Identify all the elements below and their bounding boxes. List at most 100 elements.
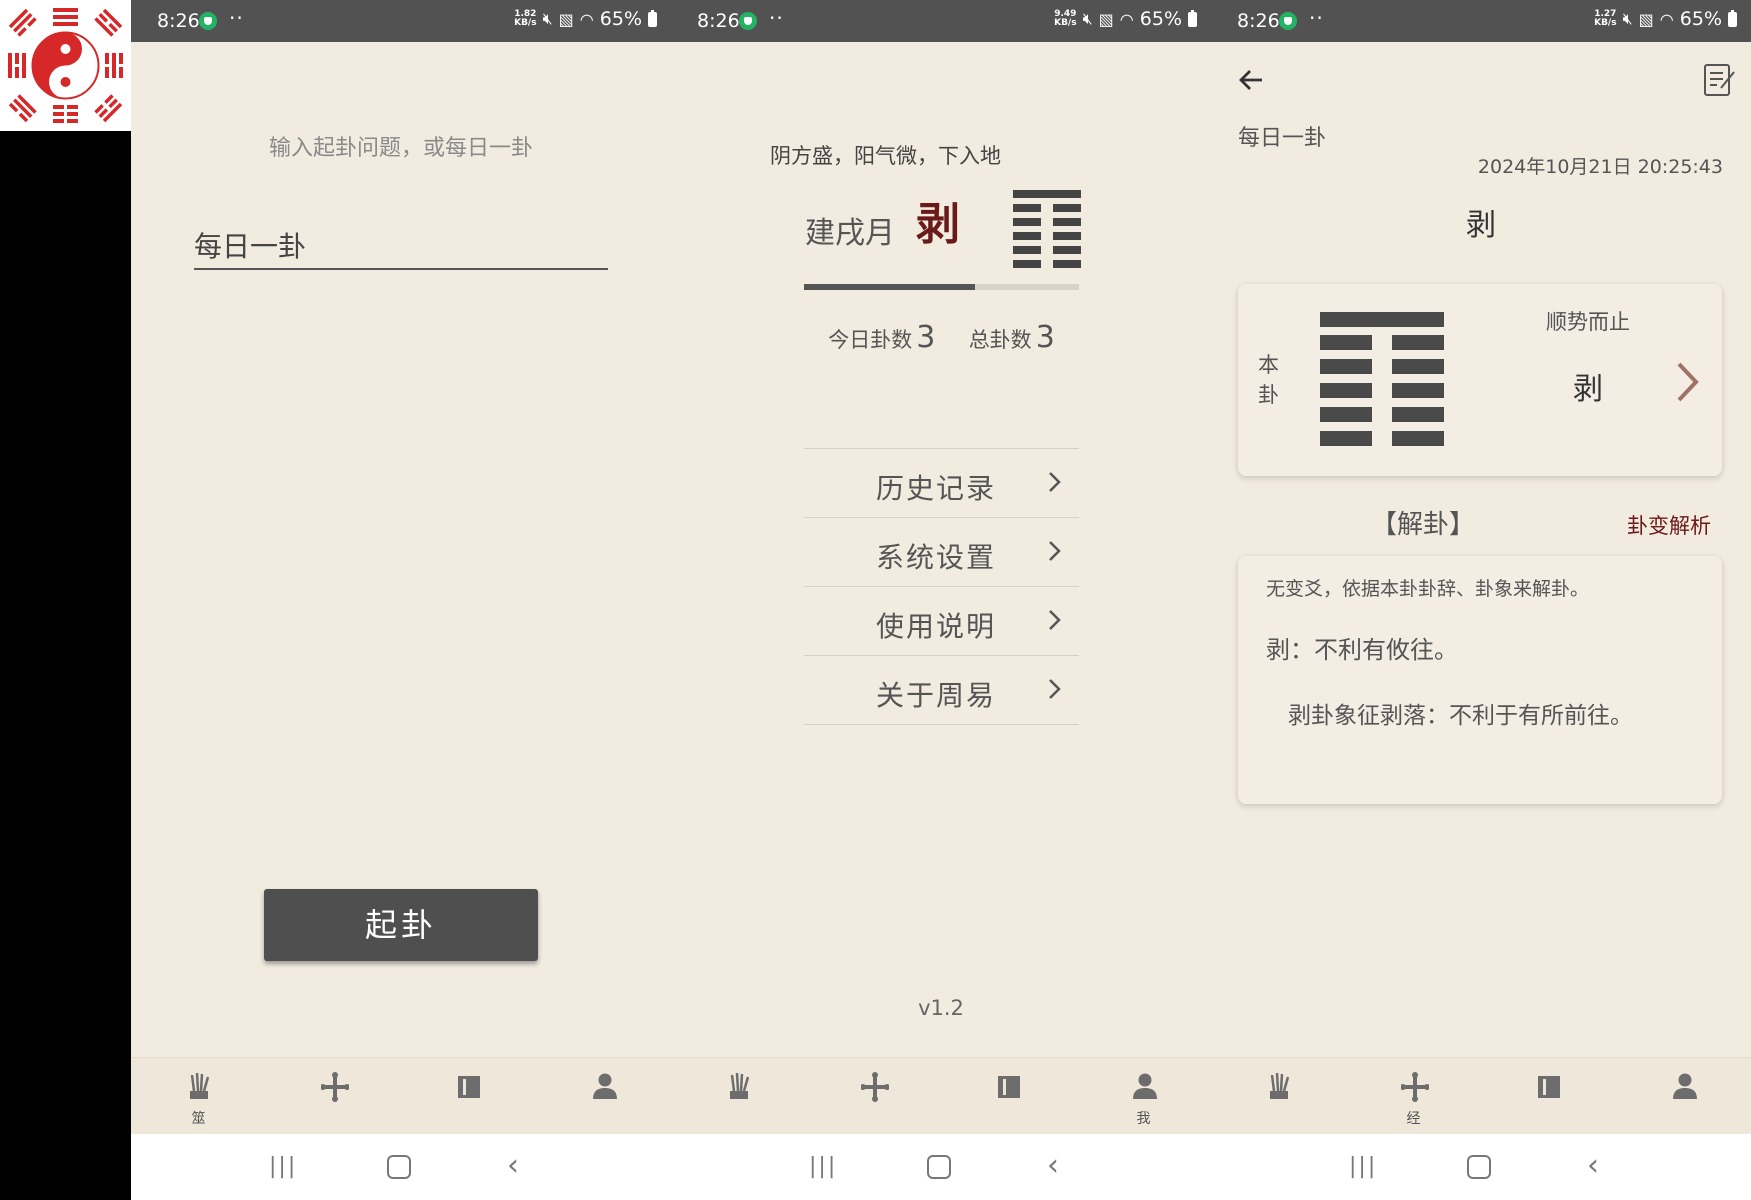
- book-icon: [998, 1076, 1020, 1098]
- status-time: 8:26: [157, 10, 200, 32]
- status-time: 8:26: [1237, 10, 1280, 32]
- cast-hexagram-button[interactable]: 起卦: [264, 889, 538, 961]
- menu-label: 使用说明: [875, 610, 996, 643]
- trigram-cross-icon: [1401, 1072, 1429, 1102]
- mute-icon: 🔇︎: [542, 9, 553, 28]
- menu-label: 关于周易: [875, 679, 996, 712]
- judgment-text: 剥：不利有攸往。: [1266, 636, 1458, 664]
- chevron-right-icon: [1049, 541, 1061, 561]
- explanation-text: 剥卦象征剥落：不利于有所前往。: [1288, 703, 1633, 729]
- nav-item-me[interactable]: 我: [1076, 1058, 1211, 1135]
- status-right: 9.49 KB/s 🔇︎ ▧ ◠ 65%: [1054, 8, 1197, 30]
- yarrow-stalks-icon: [730, 1072, 750, 1099]
- app-version: v1.2: [918, 996, 964, 1020]
- chevron-right-icon[interactable]: [1674, 360, 1702, 404]
- settings-menu: 历史记录 系统设置 使用说明 关于周易: [804, 448, 1079, 725]
- trigram-cross-icon: [861, 1072, 889, 1102]
- back-button[interactable]: ‹: [1587, 1148, 1599, 1183]
- season-phrase: 阴方盛，阳气微，下入地: [770, 144, 1001, 168]
- ben-gua-label: 本卦: [1258, 353, 1279, 407]
- menu-item-settings[interactable]: 系统设置: [804, 518, 1079, 587]
- month-progress-bar: [804, 284, 1079, 290]
- mute-icon: 🔇︎: [1622, 9, 1633, 28]
- status-right: 1.27 KB/s 🔇︎ ▧ ◠ 65%: [1594, 8, 1737, 30]
- system-nav-bar: ||| ‹: [671, 1134, 1211, 1200]
- nav-item-book[interactable]: [401, 1058, 536, 1135]
- nav-item-shi[interactable]: [671, 1058, 806, 1135]
- yarrow-stalks-icon: [1270, 1072, 1290, 1099]
- total-count: 3: [1035, 320, 1055, 355]
- taiji-icon: [0, 0, 131, 131]
- status-bar: 8:26 ·· 1.82 KB/s 🔇︎ ▧ ◠ 65%: [131, 0, 671, 42]
- note-edit-icon[interactable]: [1701, 62, 1737, 98]
- wifi-icon: ◠: [1119, 9, 1134, 29]
- hexagram-name: 剥: [1466, 208, 1496, 243]
- menu-item-about[interactable]: 关于周易: [804, 656, 1079, 725]
- nav-item-book[interactable]: [941, 1058, 1076, 1135]
- back-arrow-icon[interactable]: [1237, 66, 1265, 94]
- nav-label: 经: [1406, 1111, 1421, 1127]
- analysis-link[interactable]: 卦变解析: [1627, 510, 1711, 540]
- battery-icon: [1188, 9, 1197, 27]
- mute-icon: 🔇︎: [1082, 9, 1093, 28]
- vpn-shield-icon: [739, 12, 757, 30]
- menu-item-history[interactable]: 历史记录: [804, 449, 1079, 518]
- back-button[interactable]: ‹: [507, 1148, 519, 1183]
- trigram-cross-icon: [321, 1072, 349, 1102]
- cast-datetime: 2024年10月21日 20:25:43: [1477, 156, 1723, 178]
- status-bar: 8:26 ·· 1.27 KB/s 🔇︎ ▧ ◠ 65%: [1211, 0, 1751, 42]
- panel-input-screen: 8:26 ·· 1.82 KB/s 🔇︎ ▧ ◠ 65% 输入起卦问题，或每日一卦…: [131, 0, 671, 1200]
- no-sim-icon: ▧: [1638, 9, 1654, 29]
- chevron-right-icon: [1049, 472, 1061, 492]
- question-hint: 输入起卦问题，或每日一卦: [268, 136, 533, 161]
- net-speed: 9.49 KB/s: [1054, 9, 1077, 28]
- ben-gua-card[interactable]: 本卦 顺势而止 剥: [1238, 284, 1722, 476]
- no-sim-icon: ▧: [558, 9, 574, 29]
- status-time: 8:26: [697, 10, 740, 32]
- nav-item-jing[interactable]: [266, 1058, 401, 1135]
- home-button[interactable]: [927, 1155, 951, 1179]
- nav-item-shi[interactable]: [1211, 1058, 1346, 1135]
- menu-item-instructions[interactable]: 使用说明: [804, 587, 1079, 656]
- progress-fill: [804, 284, 975, 290]
- system-nav-bar: ||| ‹: [1211, 1134, 1751, 1200]
- nav-item-book[interactable]: [1481, 1058, 1616, 1135]
- panel-result-screen: 8:26 ·· 1.27 KB/s 🔇︎ ▧ ◠ 65% 每日一卦 2024年10…: [1211, 0, 1751, 1200]
- vpn-shield-icon: [199, 12, 217, 30]
- interpretation-card: 无变爻，依据本卦卦辞、卦象来解卦。 剥：不利有攸往。 剥卦象征剥落：不利于有所前…: [1238, 556, 1722, 804]
- no-sim-icon: ▧: [1098, 9, 1114, 29]
- nav-item-jing[interactable]: 经: [1346, 1058, 1481, 1135]
- battery-percent: 65%: [1139, 8, 1182, 30]
- month-label: 建戌月: [805, 216, 895, 251]
- chevron-right-icon: [1049, 679, 1061, 699]
- chevron-right-icon: [1049, 610, 1061, 630]
- hexagram-motto: 顺势而止: [1546, 310, 1630, 334]
- recent-apps-button[interactable]: |||: [809, 1154, 837, 1179]
- bottom-nav: 筮: [131, 1057, 671, 1135]
- nav-item-me[interactable]: [1616, 1058, 1751, 1135]
- nav-item-shi[interactable]: 筮: [131, 1058, 266, 1135]
- net-speed: 1.82 KB/s: [514, 9, 537, 28]
- wifi-icon: ◠: [1659, 9, 1674, 29]
- back-button[interactable]: ‹: [1047, 1148, 1059, 1183]
- system-nav-bar: ||| ‹: [131, 1134, 671, 1200]
- battery-icon: [648, 9, 657, 27]
- menu-label: 历史记录: [875, 472, 996, 505]
- nav-item-jing[interactable]: [806, 1058, 941, 1135]
- card-hexagram-name: 剥: [1573, 372, 1603, 407]
- nav-item-me[interactable]: [536, 1058, 671, 1135]
- recent-apps-button[interactable]: |||: [1349, 1154, 1377, 1179]
- home-button[interactable]: [387, 1155, 411, 1179]
- interpretation-heading: 【解卦】: [1371, 510, 1476, 540]
- yarrow-stalks-icon: [190, 1072, 210, 1099]
- hexagram-bo-icon: [1320, 312, 1444, 446]
- nav-label: 筮: [191, 1111, 206, 1127]
- home-button[interactable]: [1467, 1155, 1491, 1179]
- page-title: 每日一卦: [1238, 126, 1327, 151]
- person-icon: [1133, 1073, 1157, 1099]
- question-input[interactable]: 每日一卦: [194, 226, 608, 270]
- battery-percent: 65%: [599, 8, 642, 30]
- notification-dots: ··: [229, 6, 244, 30]
- recent-apps-button[interactable]: |||: [269, 1154, 297, 1179]
- left-black-strip: [0, 0, 131, 1200]
